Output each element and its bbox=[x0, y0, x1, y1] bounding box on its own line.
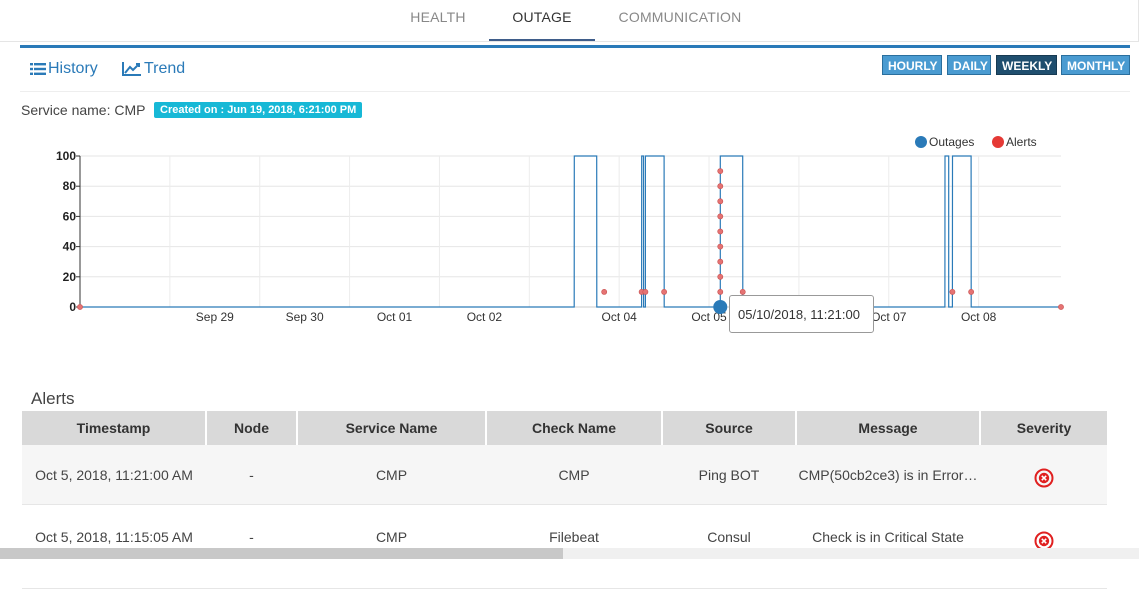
alert-point bbox=[717, 183, 724, 190]
table-header: Timestamp Node Service Name Check Name S… bbox=[22, 411, 1107, 445]
y-tick-label: 60 bbox=[63, 209, 77, 223]
alert-point bbox=[717, 198, 724, 205]
cell-message: Check is in Critical State bbox=[796, 504, 980, 589]
outage-chart: 0 20 40 60 80 100 Sep 29 Sep 30 Oct 01 Oct 02 Oct … bbox=[56, 135, 1064, 324]
cell-source: Consul bbox=[662, 504, 796, 589]
legend-alerts-label: Alerts bbox=[1006, 135, 1037, 149]
cell-severity bbox=[980, 504, 1107, 589]
alert-point bbox=[717, 213, 724, 220]
col-node[interactable]: Node bbox=[206, 411, 298, 445]
x-tick-label: Oct 07 bbox=[871, 310, 907, 324]
legend-outages-label: Outages bbox=[929, 135, 974, 149]
col-service-name[interactable]: Service Name bbox=[297, 411, 487, 445]
cell-severity bbox=[980, 445, 1107, 505]
legend-outages-marker bbox=[915, 136, 927, 148]
alert-point bbox=[661, 288, 668, 295]
alert-point bbox=[717, 228, 724, 235]
error-icon bbox=[1034, 468, 1053, 487]
cell-message: CMP(50cb2ce3) is in Error… bbox=[796, 445, 980, 505]
alert-point bbox=[949, 288, 956, 295]
col-timestamp[interactable]: Timestamp bbox=[22, 411, 207, 445]
alert-point bbox=[77, 304, 83, 310]
cell-source: Ping BOT bbox=[662, 445, 796, 505]
cell-check: Filebeat bbox=[486, 504, 662, 589]
y-tick-label: 20 bbox=[63, 270, 77, 284]
alert-point bbox=[717, 243, 724, 250]
y-tick-label: 100 bbox=[56, 149, 76, 163]
alert-point bbox=[717, 168, 724, 174]
cell-timestamp: Oct 5, 2018, 11:21:00 AM bbox=[22, 445, 206, 505]
alert-point bbox=[717, 288, 724, 295]
alert-point bbox=[717, 273, 724, 280]
table-row[interactable]: Oct 5, 2018, 11:15:05 AM - CMP Filebeat … bbox=[22, 504, 1107, 589]
x-tick-label: Oct 02 bbox=[467, 310, 503, 324]
y-tick-label: 80 bbox=[63, 179, 77, 193]
col-source[interactable]: Source bbox=[662, 411, 797, 445]
alert-point bbox=[739, 288, 746, 295]
alert-point bbox=[968, 288, 975, 295]
cell-node: - bbox=[206, 445, 297, 505]
alert-point bbox=[1058, 304, 1064, 310]
y-tick-label: 0 bbox=[69, 300, 76, 314]
alerts-table: Timestamp Node Service Name Check Name S… bbox=[22, 411, 1107, 589]
alerts-title: Alerts bbox=[31, 389, 75, 408]
x-tick-label: Sep 30 bbox=[286, 310, 324, 324]
x-tick-label: Oct 08 bbox=[961, 310, 997, 324]
table-row[interactable]: Oct 5, 2018, 11:21:00 AM - CMP CMP Ping … bbox=[22, 445, 1107, 505]
x-tick-label: Sep 29 bbox=[196, 310, 234, 324]
cell-check: CMP bbox=[486, 445, 662, 505]
chart-tooltip: 05/10/2018, 11:21:00 bbox=[729, 295, 874, 333]
cell-service: CMP bbox=[297, 504, 486, 589]
y-tick-label: 40 bbox=[63, 240, 77, 254]
outage-series-line bbox=[80, 155, 1061, 308]
x-tick-label: Oct 01 bbox=[377, 310, 413, 324]
alert-point bbox=[601, 288, 608, 295]
col-message[interactable]: Message bbox=[796, 411, 981, 445]
alert-point bbox=[717, 258, 724, 265]
x-tick-label: Oct 04 bbox=[601, 310, 637, 324]
cell-service: CMP bbox=[297, 445, 486, 505]
scrollbar-thumb[interactable] bbox=[0, 548, 563, 559]
highlight-point bbox=[713, 300, 728, 314]
cell-timestamp: Oct 5, 2018, 11:15:05 AM bbox=[22, 504, 206, 589]
col-check-name[interactable]: Check Name bbox=[486, 411, 663, 445]
alert-point bbox=[642, 288, 649, 295]
legend-alerts-marker bbox=[992, 136, 1004, 148]
cell-node: - bbox=[206, 504, 297, 589]
col-severity[interactable]: Severity bbox=[980, 411, 1107, 445]
